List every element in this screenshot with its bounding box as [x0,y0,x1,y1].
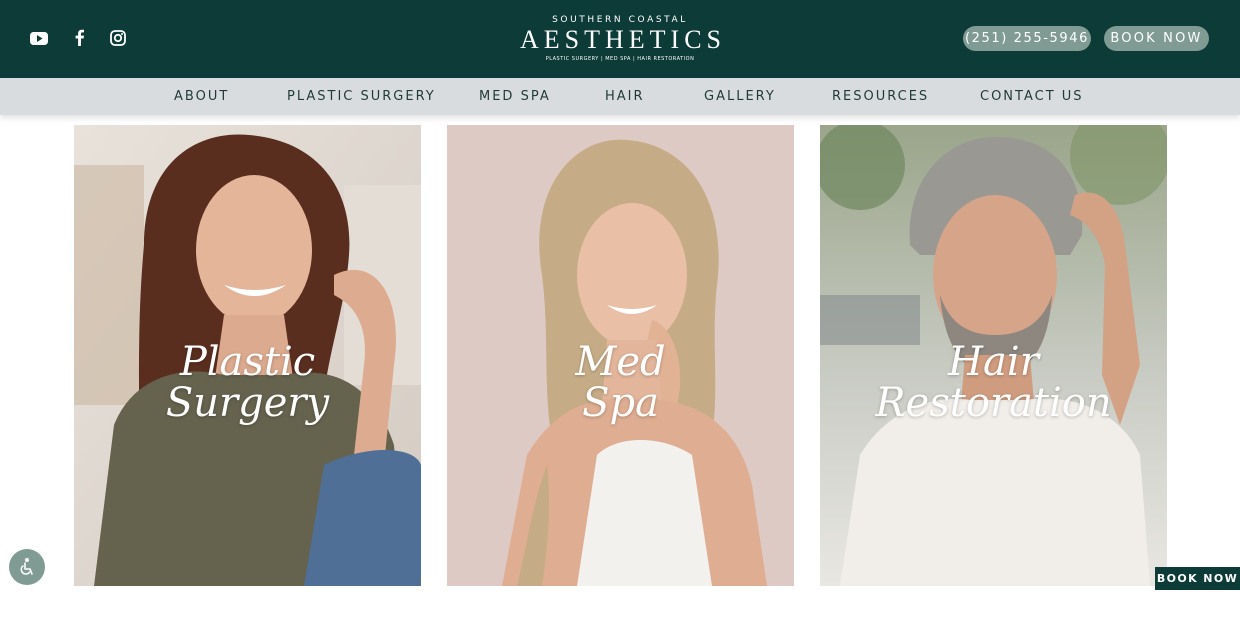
main-nav: ABOUT PLASTIC SURGERY MED SPA HAIR GALLE… [0,78,1240,115]
nav-item-contact-us[interactable]: CONTACT US [980,78,1084,115]
card-med-spa[interactable]: Med Spa [447,125,794,586]
logo-tagline: PLASTIC SURGERY | MED SPA | HAIR RESTORA… [545,56,695,62]
youtube-icon[interactable] [30,26,48,50]
site-logo[interactable]: SOUTHERN COASTAL AESTHETICS PLASTIC SURG… [520,12,726,68]
accessibility-button[interactable] [9,549,45,585]
nav-item-plastic-surgery[interactable]: PLASTIC SURGERY [287,78,436,115]
nav-item-med-spa[interactable]: MED SPA [479,78,551,115]
phone-button[interactable]: (251) 255-5946 [963,26,1091,51]
book-now-tab[interactable]: BOOK NOW [1155,567,1240,590]
card-plastic-surgery[interactable]: Plastic Surgery [74,125,421,586]
facebook-icon[interactable] [73,26,87,50]
site-header: SOUTHERN COASTAL AESTHETICS PLASTIC SURG… [0,0,1240,78]
book-now-button[interactable]: BOOK NOW [1104,26,1209,51]
nav-item-gallery[interactable]: GALLERY [704,78,776,115]
logo-wordmark: AESTHETICS [520,25,726,54]
nav-item-about[interactable]: ABOUT [174,78,229,115]
nav-item-hair[interactable]: HAIR [605,78,645,115]
card-title-line2: Surgery [165,380,330,426]
instagram-icon[interactable] [110,26,126,50]
card-title-line2: Spa [582,380,659,426]
card-hair-restoration[interactable]: Hair Restoration [820,125,1167,586]
nav-item-resources[interactable]: RESOURCES [832,78,929,115]
card-title-line1: Hair [948,339,1039,385]
accessibility-icon [20,558,33,575]
card-title-line2: Restoration [875,380,1112,426]
card-title-line1: Plastic [179,339,316,385]
card-title-line1: Med [575,339,666,385]
